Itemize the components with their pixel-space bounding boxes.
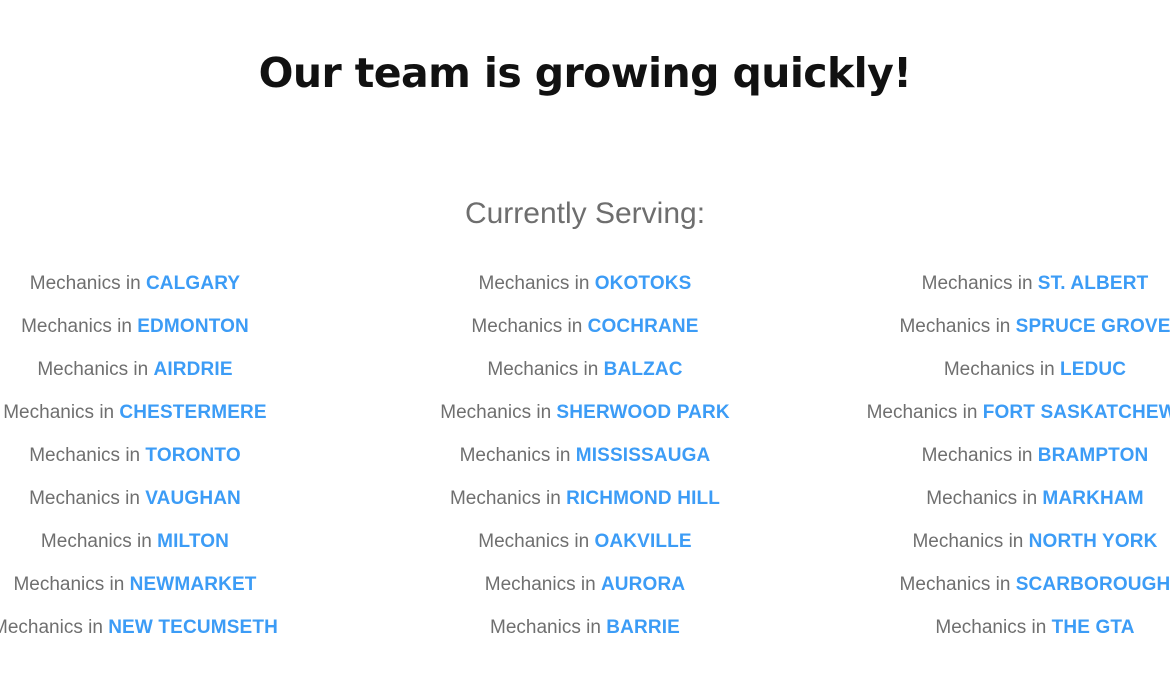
service-area-link[interactable]: Mechanics in NEWMARKET	[0, 563, 360, 606]
service-area-prefix: Mechanics in	[0, 617, 103, 638]
service-area-prefix: Mechanics in	[899, 574, 1011, 595]
service-area-prefix: Mechanics in	[943, 359, 1055, 380]
service-area-prefix: Mechanics in	[487, 359, 599, 380]
service-area-city: RICHMOND HILL	[566, 488, 721, 509]
service-area-city: TORONTO	[145, 445, 241, 466]
service-area-link[interactable]: Mechanics in THE GTA	[810, 606, 1170, 649]
service-area-link[interactable]: Mechanics in OKOTOKS	[360, 262, 810, 305]
service-area-prefix: Mechanics in	[866, 402, 978, 423]
service-area-city: SPRUCE GROVE	[1015, 316, 1170, 337]
service-area-city: OAKVILLE	[594, 531, 692, 552]
service-area-prefix: Mechanics in	[921, 273, 1033, 294]
service-area-city: FORT SASKATCHEWAN	[982, 402, 1170, 423]
service-area-prefix: Mechanics in	[935, 617, 1047, 638]
service-area-city: BALZAC	[603, 359, 683, 380]
service-area-city: EDMONTON	[137, 316, 249, 337]
service-area-link[interactable]: Mechanics in MILTON	[0, 520, 360, 563]
service-area-link[interactable]: Mechanics in CHESTERMERE	[0, 391, 360, 434]
service-area-prefix: Mechanics in	[449, 488, 561, 509]
landing-page: Our team is growing quickly! Currently S…	[0, 0, 1170, 700]
service-area-link[interactable]: Mechanics in BALZAC	[360, 348, 810, 391]
service-area-link[interactable]: Mechanics in COCHRANE	[360, 305, 810, 348]
service-area-link[interactable]: Mechanics in FORT SASKATCHEWAN	[810, 391, 1170, 434]
service-area-link[interactable]: Mechanics in SPRUCE GROVE	[810, 305, 1170, 348]
service-area-city: BRAMPTON	[1037, 445, 1149, 466]
service-area-city: SHERWOOD PARK	[556, 402, 730, 423]
service-area-city: NEWMARKET	[129, 574, 257, 595]
service-area-prefix: Mechanics in	[29, 445, 141, 466]
service-area-prefix: Mechanics in	[440, 402, 552, 423]
service-area-link[interactable]: Mechanics in EDMONTON	[0, 305, 360, 348]
service-area-prefix: Mechanics in	[29, 273, 141, 294]
service-area-city: AURORA	[600, 574, 686, 595]
service-area-city: CALGARY	[145, 273, 241, 294]
service-area-prefix: Mechanics in	[912, 531, 1024, 552]
service-area-city: NORTH YORK	[1028, 531, 1158, 552]
service-area-link[interactable]: Mechanics in NORTH YORK	[810, 520, 1170, 563]
service-areas-column-3: Mechanics in ST. ALBERT Mechanics in SPR…	[810, 262, 1170, 649]
service-area-prefix: Mechanics in	[3, 402, 115, 423]
service-area-prefix: Mechanics in	[29, 488, 140, 509]
service-area-prefix: Mechanics in	[899, 316, 1011, 337]
service-area-link[interactable]: Mechanics in OAKVILLE	[360, 520, 810, 563]
service-area-prefix: Mechanics in	[459, 445, 571, 466]
service-area-city: COCHRANE	[587, 316, 699, 337]
service-area-city: ST. ALBERT	[1037, 273, 1149, 294]
service-area-city: MISSISSAUGA	[575, 445, 711, 466]
service-areas-column-2: Mechanics in OKOTOKS Mechanics in COCHRA…	[360, 262, 810, 649]
service-area-link[interactable]: Mechanics in AURORA	[360, 563, 810, 606]
service-areas-grid: Mechanics in CALGARY Mechanics in EDMONT…	[0, 262, 1170, 649]
service-area-prefix: Mechanics in	[37, 359, 149, 380]
page-title: Our team is growing quickly!	[258, 49, 912, 98]
service-area-prefix: Mechanics in	[484, 574, 596, 595]
service-area-city: NEW TECUMSETH	[108, 617, 278, 638]
service-area-prefix: Mechanics in	[926, 488, 1038, 509]
service-area-link[interactable]: Mechanics in NEW TECUMSETH	[0, 606, 360, 649]
service-area-city: VAUGHAN	[145, 488, 241, 509]
service-area-prefix: Mechanics in	[471, 316, 583, 337]
service-area-link[interactable]: Mechanics in TORONTO	[0, 434, 360, 477]
service-area-link[interactable]: Mechanics in RICHMOND HILL	[360, 477, 810, 520]
service-area-city: MILTON	[157, 531, 230, 552]
service-area-city: CHESTERMERE	[119, 402, 267, 423]
service-area-prefix: Mechanics in	[478, 531, 590, 552]
service-area-city: THE GTA	[1051, 617, 1135, 638]
service-area-link[interactable]: Mechanics in ST. ALBERT	[810, 262, 1170, 305]
service-area-city: LEDUC	[1059, 359, 1127, 380]
service-area-prefix: Mechanics in	[13, 574, 125, 595]
service-area-link[interactable]: Mechanics in AIRDRIE	[0, 348, 360, 391]
service-area-city: AIRDRIE	[153, 359, 233, 380]
service-area-prefix: Mechanics in	[921, 445, 1033, 466]
service-area-link[interactable]: Mechanics in LEDUC	[810, 348, 1170, 391]
service-area-link[interactable]: Mechanics in SHERWOOD PARK	[360, 391, 810, 434]
service-area-link[interactable]: Mechanics in MISSISSAUGA	[360, 434, 810, 477]
service-area-link[interactable]: Mechanics in VAUGHAN	[0, 477, 360, 520]
currently-serving-heading: Currently Serving:	[464, 196, 706, 230]
service-area-link[interactable]: Mechanics in BARRIE	[360, 606, 810, 649]
service-area-link[interactable]: Mechanics in CALGARY	[0, 262, 360, 305]
service-area-city: MARKHAM	[1042, 488, 1144, 509]
service-area-prefix: Mechanics in	[40, 531, 152, 552]
service-area-city: OKOTOKS	[594, 273, 692, 294]
service-area-link[interactable]: Mechanics in SCARBOROUGH	[810, 563, 1170, 606]
service-area-prefix: Mechanics in	[490, 617, 601, 638]
service-area-prefix: Mechanics in	[478, 273, 590, 294]
service-area-prefix: Mechanics in	[21, 316, 132, 337]
service-area-city: SCARBOROUGH	[1015, 574, 1170, 595]
service-area-city: BARRIE	[606, 617, 680, 638]
service-areas-column-1: Mechanics in CALGARY Mechanics in EDMONT…	[0, 262, 360, 649]
service-area-link[interactable]: Mechanics in MARKHAM	[810, 477, 1170, 520]
service-area-link[interactable]: Mechanics in BRAMPTON	[810, 434, 1170, 477]
